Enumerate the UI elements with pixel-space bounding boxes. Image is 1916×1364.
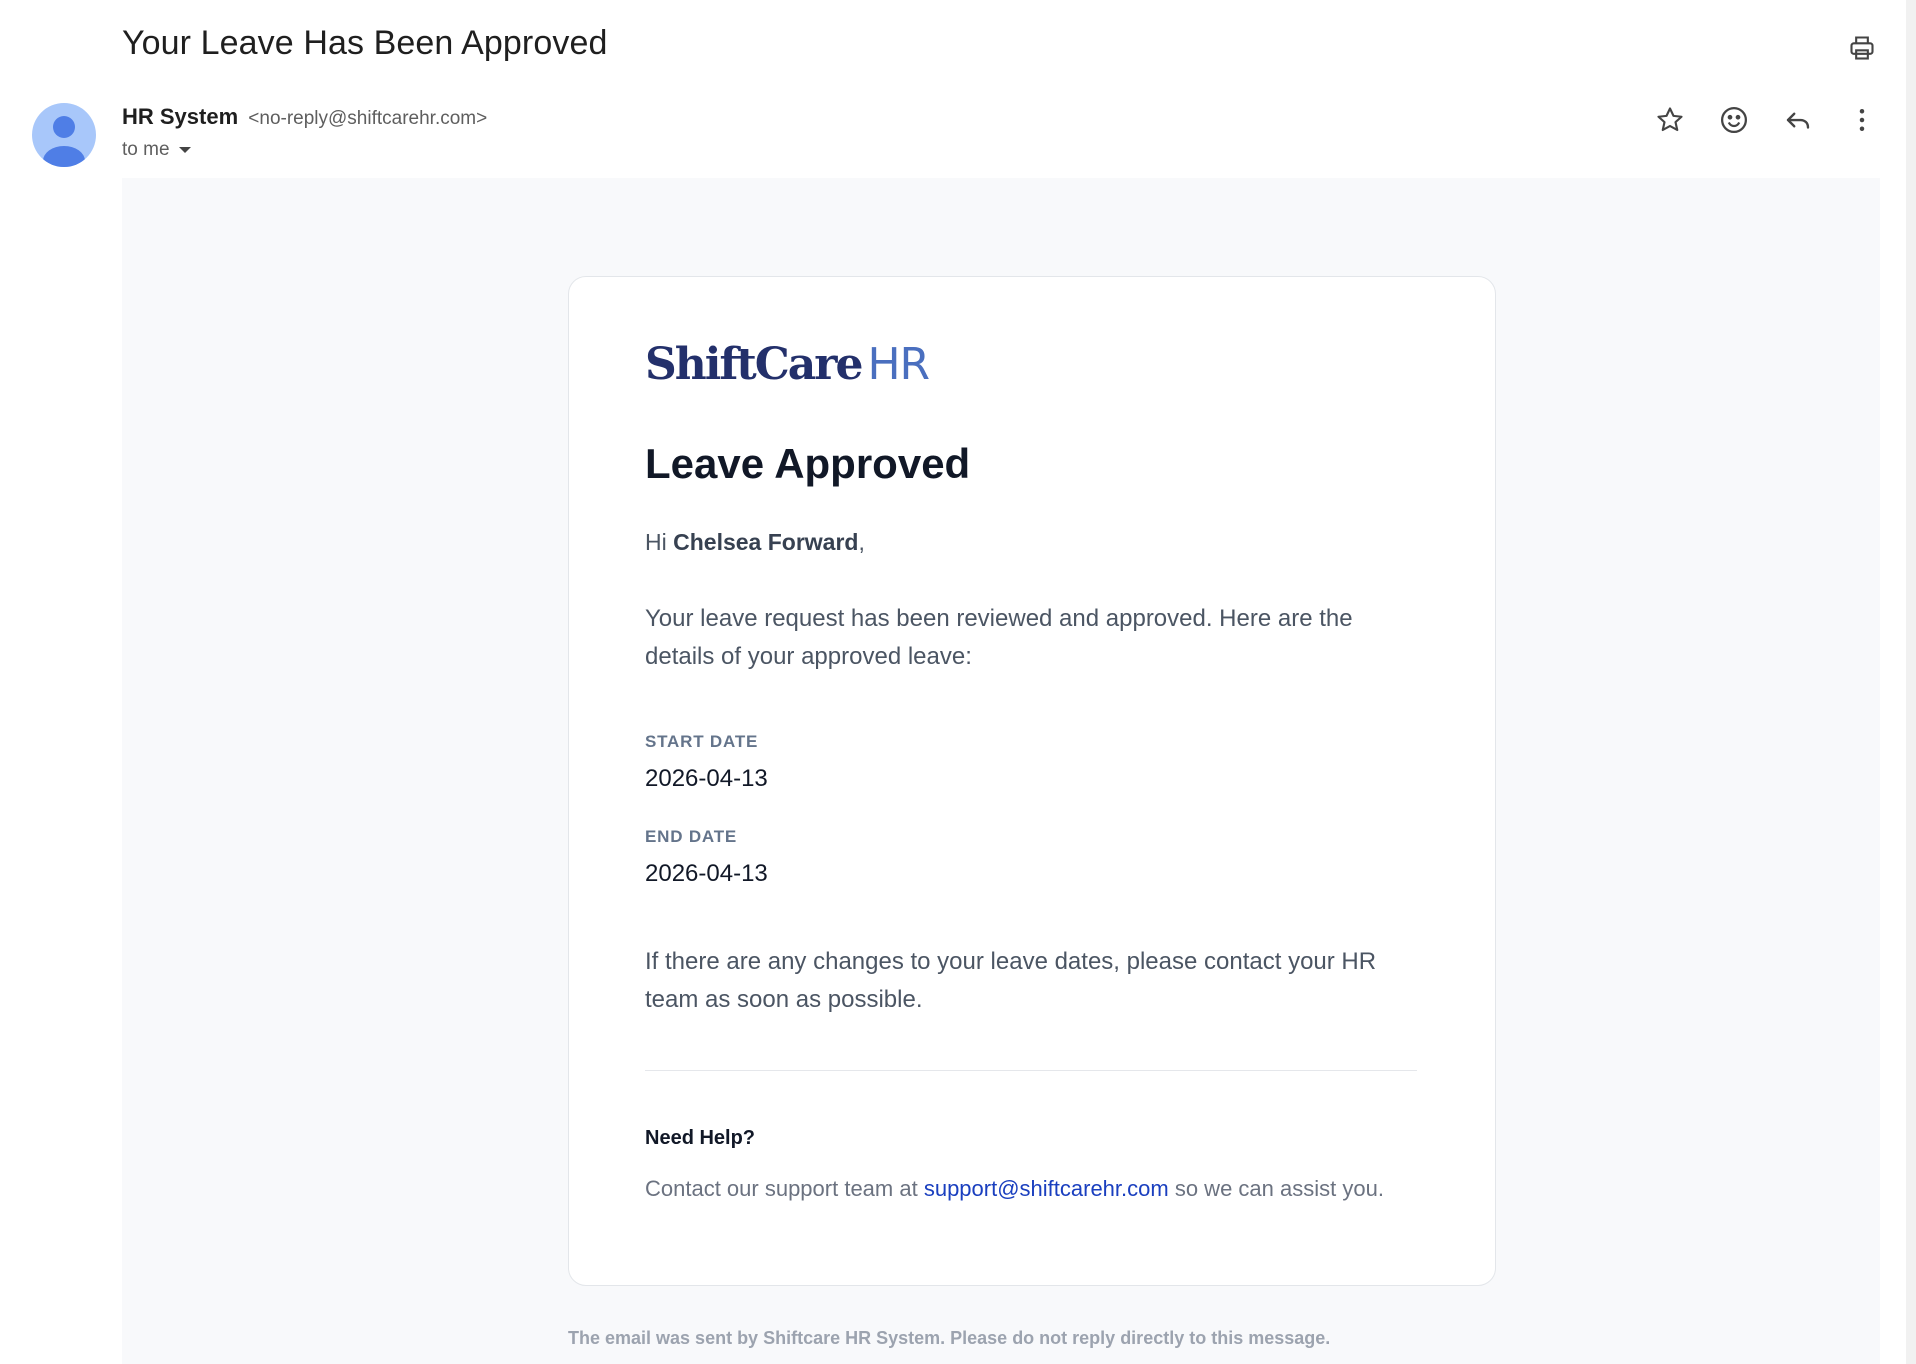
footer-note: The email was sent by Shiftcare HR Syste…	[568, 1328, 1331, 1348]
logo-suffix: HR	[867, 339, 930, 390]
message-actions	[1650, 100, 1882, 140]
star-icon	[1657, 107, 1683, 132]
more-vert-icon	[1859, 109, 1865, 131]
sender-avatar[interactable]	[32, 103, 96, 167]
email-subject: Your Leave Has Been Approved	[122, 24, 608, 62]
help-prefix: Contact our support team at	[645, 1176, 924, 1201]
start-date-value: 2026-04-13	[645, 765, 768, 792]
employee-name: Chelsea Forward	[673, 529, 859, 555]
card-title: Leave Approved	[645, 440, 971, 487]
end-date-value: 2026-04-13	[645, 860, 768, 887]
help-text: Contact our support team at support@shif…	[645, 1176, 1384, 1202]
sender-email: <no-reply@shiftcarehr.com>	[248, 108, 488, 129]
divider	[645, 1070, 1417, 1071]
changes-note: If there are any changes to your leave d…	[645, 948, 1377, 1013]
emoji-icon	[1721, 107, 1747, 133]
reply-icon	[1786, 112, 1810, 129]
support-email-link[interactable]: support@shiftcarehr.com	[924, 1176, 1169, 1201]
sender-name[interactable]: HR System	[122, 104, 238, 129]
add-reaction-button[interactable]	[1714, 100, 1754, 140]
shiftcare-hr-logo: ShiftCare HR	[645, 339, 930, 390]
scrollbar[interactable]	[1906, 0, 1916, 1364]
recipient-toggle[interactable]: to me	[122, 139, 192, 161]
star-button[interactable]	[1650, 100, 1690, 140]
intro-text: Your leave request has been reviewed and…	[645, 605, 1353, 670]
logo-text: ShiftCare	[645, 339, 863, 390]
chevron-down-icon	[178, 147, 191, 153]
help-suffix: so we can assist you.	[1168, 1176, 1384, 1201]
greeting-suffix: ,	[858, 529, 865, 555]
end-date-label: END DATE	[645, 827, 738, 846]
print-button[interactable]	[1844, 30, 1880, 66]
start-date-label: START DATE	[645, 732, 759, 751]
greeting: Hi Chelsea Forward,	[645, 529, 865, 556]
more-options-button[interactable]	[1842, 100, 1882, 140]
greeting-prefix: Hi	[645, 529, 674, 555]
print-icon	[1850, 36, 1874, 60]
person-icon	[43, 116, 85, 167]
sender-line: HR System <no-reply@shiftcarehr.com>	[122, 104, 487, 130]
recipient-label: to me	[122, 139, 170, 160]
email-card: ShiftCare HR Leave Approved Hi Chelsea Fo…	[568, 276, 1496, 1286]
reply-button[interactable]	[1778, 100, 1818, 140]
help-title: Need Help?	[645, 1127, 756, 1149]
